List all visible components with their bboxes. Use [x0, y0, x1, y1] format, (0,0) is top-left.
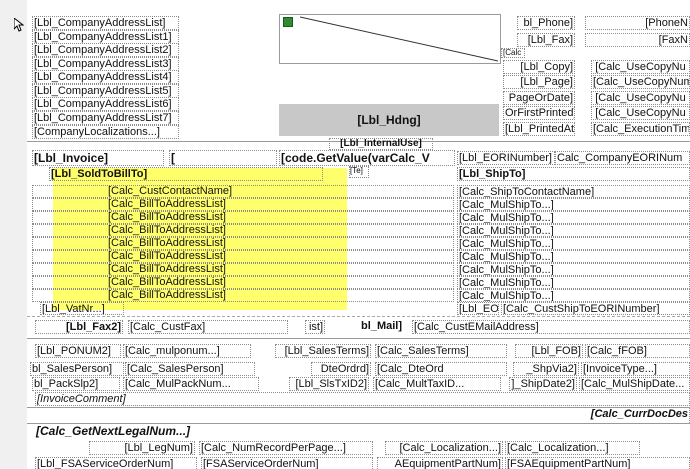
report-page[interactable]: [Lbl_CompanyAddressList] [Lbl_CompanyAdd…	[27, 0, 690, 469]
field-calc-mul-ship-to[interactable]: [Calc_MulShipTo...]	[457, 276, 690, 289]
field-calc-sales-person[interactable]: [Calc_SalesPerson]	[125, 362, 255, 376]
field-calc-dte-ord[interactable]: [Calc_DteOrd	[375, 362, 507, 376]
field-calc-mul-ship-to[interactable]: [Calc_MulShipTo...]	[457, 211, 690, 224]
field-lbl-sold-to-bill-to[interactable]: [Lbl_SoldToBillTo]	[49, 167, 323, 181]
field-lbl-mail[interactable]: bl_Mail]	[347, 320, 403, 334]
field-lbl-phone[interactable]: bl_Phone]	[517, 16, 575, 30]
field-calc-bill-to-address-list[interactable]: [Calc_BillToAddressList]	[107, 250, 275, 263]
field-code-get-value[interactable]: [code.GetValue(varCalc_V	[279, 150, 455, 166]
field-calc-get-next-legal-num[interactable]: [Calc_GetNextLegalNum...]	[35, 424, 223, 440]
field-lbl-invoice[interactable]: [Lbl_Invoice]	[32, 150, 164, 166]
field-tiny-marker[interactable]: [Te]	[349, 166, 369, 178]
field-calc-company-eori[interactable]: Calc_CompanyEORINum	[555, 151, 690, 165]
logo-image-placeholder[interactable]	[279, 14, 501, 64]
field-calc-sales-terms[interactable]: [Calc_SalesTerms]	[375, 344, 507, 358]
field-page-or-date[interactable]: PageOrDate]	[503, 91, 575, 105]
field-calc-mul-ship-to[interactable]: [Calc_MulShipTo...]	[457, 237, 690, 250]
field-lbl-fax2[interactable]: [Lbl_Fax2]	[35, 320, 123, 334]
field-lbl-eo[interactable]: [Lbl_EO	[457, 302, 499, 315]
field-company-localizations[interactable]: [CompanyLocalizations...]	[32, 125, 179, 139]
field-calc-mul-ship-to[interactable]: [Calc_MulShipTo...]	[457, 263, 690, 276]
field-calc-use-copy-1[interactable]: [Calc_UseCopyNu	[591, 60, 690, 74]
field-calc-cust-fax[interactable]: [Calc_CustFax]	[128, 320, 288, 334]
band-separator	[27, 338, 690, 339]
field-calc-mul-ship-to[interactable]: [Calc_MulShipTo...]	[457, 289, 690, 302]
field-lbl-fax[interactable]: [Lbl_Fax]	[517, 33, 575, 47]
field-calc-bill-to-address-list[interactable]: [Calc_BillToAddressList]	[107, 276, 275, 289]
field-calc-mult-tax-id[interactable]: [Calc_MultTaxID...	[373, 377, 501, 391]
field-or-first-printed[interactable]: OrFirstPrinted]	[503, 106, 575, 120]
field-invoice-comment[interactable]: [InvoiceComment]	[35, 392, 690, 406]
field-lbl-fob[interactable]: [Lbl_FOB]	[515, 344, 583, 358]
field-lbl-hdng[interactable]: [Lbl_Hdng]	[339, 113, 439, 129]
field-company-address-list3[interactable]: [Lbl_CompanyAddressList3]	[32, 57, 179, 71]
field-lbl-ship-date2[interactable]: ]_ShipDate2]	[509, 377, 577, 391]
field-calc-cust-email[interactable]: [Calc_CustEMailAddress]	[412, 320, 690, 334]
field-calc-bill-to-address-list[interactable]: [Calc_BillToAddressList]	[107, 198, 275, 211]
field-lbl-internal-use[interactable]: [Lbl_InternalUse]	[329, 138, 433, 150]
field-bracket[interactable]: [	[169, 150, 277, 166]
field-lbl-vat-nr[interactable]: [Lbl_VatNr...]	[40, 302, 124, 315]
field-fsa-service-order-num[interactable]: [FSAServiceOrderNum]	[201, 457, 373, 469]
field-calc-curr-doc-des[interactable]: [Calc_CurrDocDes	[367, 408, 690, 423]
field-calc-use-copy-2[interactable]: [Calc_UseCopyNum	[591, 75, 690, 89]
field-lbl-printed-at[interactable]: [Lbl_PrintedAt]	[503, 122, 575, 136]
report-design-canvas: [Lbl_CompanyAddressList] [Lbl_CompanyAdd…	[0, 0, 690, 469]
field-company-address-list[interactable]: [Lbl_CompanyAddressList]	[32, 16, 179, 30]
field-calc-localization-1[interactable]: [Calc_Localization...]	[385, 441, 503, 455]
field-calc-bill-to-address-list[interactable]: [Calc_BillToAddressList]	[107, 211, 275, 224]
field-calc-small[interactable]: [Calc	[501, 48, 525, 58]
field-lbl-leg-num[interactable]: [Lbl_LegNum]	[89, 441, 195, 455]
field-a-equipment-part-num[interactable]: AEquipmentPartNum]	[377, 457, 503, 469]
field-lbl-sales-terms[interactable]: [Lbl_SalesTerms]	[275, 344, 371, 358]
field-lbl-sls-tx-id2[interactable]: [Lbl_SlsTxID2]	[289, 377, 369, 391]
field-calc-mul-ponum[interactable]: [Calc_mulponum...]	[123, 344, 251, 358]
field-company-address-list4[interactable]: [Lbl_CompanyAddressList4]	[32, 70, 179, 84]
field-company-address-list7[interactable]: [Lbl_CompanyAddressList7]	[32, 111, 179, 125]
field-ist[interactable]: ist]	[305, 320, 325, 334]
field-lbl-shp-via2[interactable]: _ShpVia2]	[513, 362, 579, 376]
field-calc-mul-ship-to[interactable]: [Calc_MulShipTo...]	[457, 198, 690, 211]
field-calc-execution-time[interactable]: [Calc_ExecutionTim	[591, 122, 690, 136]
field-calc-bill-to-address-list[interactable]: [Calc_BillToAddressList]	[107, 289, 275, 302]
field-calc-mul-ship-to[interactable]: [Calc_MulShipTo...]	[457, 250, 690, 263]
field-lbl-ship-to[interactable]: [Lbl_ShipTo]	[457, 167, 690, 181]
band-separator	[27, 316, 690, 317]
field-calc-num-record-per-page[interactable]: [Calc_NumRecordPerPage...]	[199, 441, 373, 455]
field-lbl-eori-number[interactable]: [Lbl_EORINumber]	[457, 151, 555, 165]
picture-placeholder-icon	[283, 17, 293, 27]
field-calc-ship-to-contact-name[interactable]: [Calc_ShipToContactName]	[457, 185, 690, 198]
field-calc-cust-ship-to-eori[interactable]: [Calc_CustShipToEORINumber]	[501, 302, 690, 315]
field-invoice-type[interactable]: [InvoiceType...]	[581, 362, 690, 376]
field-fsa-equipment-part-num[interactable]: [FSAEquipmentPartNum]	[505, 457, 690, 469]
field-calc-mul-ship-date[interactable]: [Calc_MulShipDate...	[579, 377, 690, 391]
field-calc-bill-to-address-list[interactable]: [Calc_BillToAddressList]	[107, 237, 275, 250]
field-fax-num[interactable]: [FaxN	[585, 33, 690, 47]
field-lbl-pack-slp2[interactable]: bl_PackSlp2]	[32, 377, 120, 391]
field-company-address-list2[interactable]: [Lbl_CompanyAddressList2]	[32, 43, 179, 57]
field-company-address-list6[interactable]: [Lbl_CompanyAddressList6]	[32, 97, 179, 111]
field-lbl-dte-ordrd[interactable]: DteOrdrd]	[311, 362, 371, 376]
field-calc-ffob[interactable]: [Calc_fFOB]	[585, 344, 690, 358]
field-lbl-sales-person[interactable]: bl_SalesPerson]	[30, 362, 124, 376]
field-phone-num[interactable]: [PhoneN	[585, 16, 690, 30]
field-company-address-list5[interactable]: [Lbl_CompanyAddressList5]	[32, 84, 179, 98]
field-lbl-page[interactable]: [Lbl_Page]	[503, 75, 575, 89]
image-diagonal-line	[299, 16, 499, 62]
field-calc-localization-2[interactable]: [Calc_Localization...]	[505, 441, 640, 455]
field-calc-bill-to-address-list[interactable]: [Calc_BillToAddressList]	[107, 263, 275, 276]
field-lbl-copy[interactable]: [Lbl_Copy]	[503, 60, 575, 74]
field-company-address-list1[interactable]: [Lbl_CompanyAddressList1]	[32, 30, 179, 44]
mouse-cursor-icon	[14, 18, 24, 32]
field-calc-cust-contact-name[interactable]: [Calc_CustContactName]	[107, 185, 275, 198]
field-lbl-fsa-service-order-num[interactable]: [Lbl_FSAServiceOrderNum]	[35, 457, 197, 469]
field-calc-use-copy-3[interactable]: [Calc_UseCopyNu	[591, 91, 690, 105]
field-lbl-ponum2[interactable]: [Lbl_PONUM2]	[35, 344, 121, 358]
field-calc-mul-ship-to[interactable]: [Calc_MulShipTo...]	[457, 224, 690, 237]
field-calc-bill-to-address-list[interactable]: [Calc_BillToAddressList]	[107, 224, 275, 237]
field-calc-use-copy-4[interactable]: [Calc_UseCopyNu	[591, 106, 690, 120]
field-calc-mul-pack-num[interactable]: [Calc_MulPackNum...	[123, 377, 259, 391]
